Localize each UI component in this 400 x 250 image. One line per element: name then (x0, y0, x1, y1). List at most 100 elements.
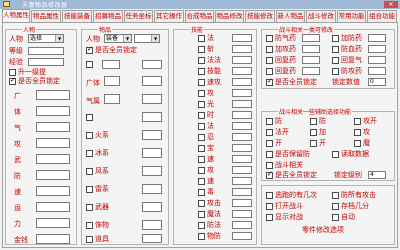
skill-checkbox[interactable] (198, 145, 205, 152)
item-field[interactable] (142, 234, 162, 243)
person-select[interactable]: 选择 ▼ (28, 34, 64, 43)
tab-12[interactable]: 组合功能 (367, 10, 397, 22)
skill-checkbox[interactable] (198, 222, 205, 229)
skill-field[interactable] (232, 89, 252, 97)
skill-field[interactable] (232, 133, 252, 141)
skill-checkbox[interactable] (198, 123, 205, 130)
battle-checkbox[interactable] (332, 46, 339, 53)
attr-field[interactable] (36, 138, 70, 148)
assist-checkbox[interactable] (266, 151, 273, 158)
skill-checkbox[interactable] (198, 68, 205, 75)
item-select-2[interactable]: ▼ (134, 34, 160, 43)
assist-checkbox[interactable] (266, 140, 273, 147)
skill-field[interactable] (232, 34, 252, 42)
skill-field[interactable] (232, 177, 252, 185)
skill-field[interactable] (232, 155, 252, 163)
item-field[interactable] (142, 94, 162, 104)
battle-checkbox[interactable] (266, 68, 273, 75)
tab-4[interactable]: 任务坐标 (124, 10, 153, 22)
skill-field[interactable] (232, 67, 252, 75)
item-checkbox[interactable] (86, 236, 93, 243)
assist-checkbox[interactable] (266, 118, 273, 125)
skill-checkbox[interactable] (198, 200, 205, 207)
item-field[interactable] (142, 202, 162, 212)
item-checkbox[interactable] (86, 150, 93, 157)
skill-checkbox[interactable] (198, 178, 205, 185)
attr-field[interactable] (36, 218, 70, 228)
skill-field[interactable] (232, 232, 252, 240)
close-button[interactable]: ✕ (384, 1, 398, 8)
item-field[interactable] (142, 60, 162, 69)
item-field[interactable] (142, 148, 162, 158)
level-field[interactable] (28, 47, 64, 55)
tab-6[interactable]: 合成物品 (185, 10, 214, 22)
tab-11[interactable]: 常用功能 (337, 10, 366, 22)
skill-checkbox[interactable] (198, 35, 205, 42)
item-checkbox[interactable] (86, 132, 93, 139)
skill-field[interactable] (232, 144, 252, 152)
skill-field[interactable] (232, 111, 252, 119)
skill-checkbox[interactable] (198, 156, 205, 163)
misc-checkbox[interactable] (266, 203, 273, 210)
item-field[interactable] (102, 60, 120, 69)
attr-field[interactable] (36, 154, 70, 164)
battle-checkbox[interactable] (266, 35, 273, 42)
tab-5[interactable]: 其它操作 (154, 10, 184, 22)
battle-checkbox[interactable] (332, 35, 339, 42)
assist-checkbox[interactable] (354, 140, 361, 147)
item-select[interactable]: 装备 ▼ (104, 34, 132, 43)
battle-field[interactable] (302, 34, 320, 42)
tab-10[interactable]: 战斗修改 (306, 10, 336, 22)
skill-checkbox[interactable] (198, 189, 205, 196)
tab-7[interactable]: 物品修改 (215, 10, 244, 22)
item-checkbox[interactable] (86, 168, 93, 175)
skill-field[interactable] (232, 221, 252, 229)
battle-field[interactable] (368, 67, 386, 75)
tab-9[interactable]: 新人物品 (276, 10, 305, 22)
battle-field[interactable] (302, 67, 320, 75)
lock-all-checkbox-1[interactable] (9, 76, 16, 85)
battle-field[interactable] (302, 45, 320, 53)
misc-checkbox[interactable] (266, 214, 273, 221)
attr-field[interactable] (36, 186, 70, 196)
skill-checkbox[interactable] (198, 112, 205, 119)
item-field[interactable] (104, 76, 120, 86)
tab-0[interactable]: 人物属性 (2, 9, 30, 22)
skill-checkbox[interactable] (198, 211, 205, 218)
exp-field[interactable] (28, 58, 64, 66)
battle-checkbox[interactable] (266, 57, 273, 64)
skill-field[interactable] (232, 100, 252, 108)
item-checkbox[interactable] (86, 114, 93, 121)
tab-1[interactable]: 物品属性 (31, 10, 61, 22)
assist-checkbox[interactable] (332, 151, 339, 158)
item-checkbox[interactable] (86, 61, 93, 68)
attr-field[interactable] (36, 202, 70, 212)
item-checkbox[interactable] (86, 222, 93, 229)
assist-checkbox[interactable] (266, 162, 273, 169)
skill-field[interactable] (232, 199, 252, 207)
battle-field[interactable] (368, 34, 386, 42)
skill-field[interactable] (232, 78, 252, 86)
assist-checkbox[interactable] (354, 129, 361, 136)
attr-field[interactable] (36, 90, 70, 100)
assist-checkbox[interactable] (310, 129, 317, 136)
levelup-checkbox[interactable] (9, 69, 16, 76)
assist-checkbox[interactable] (310, 118, 317, 125)
item-field[interactable] (142, 112, 162, 122)
skill-field[interactable] (232, 166, 252, 174)
skill-checkbox[interactable] (198, 57, 205, 64)
skill-checkbox[interactable] (198, 79, 205, 86)
item-field[interactable] (142, 166, 162, 176)
misc-checkbox[interactable] (332, 203, 339, 210)
battle-checkbox[interactable] (332, 57, 339, 64)
attr-field[interactable] (36, 122, 70, 132)
skill-field[interactable] (232, 56, 252, 64)
skill-checkbox[interactable] (198, 101, 205, 108)
item-field[interactable] (142, 220, 162, 230)
skill-field[interactable] (232, 188, 252, 196)
attr-field[interactable] (36, 170, 70, 180)
lock-value-field[interactable]: 0 (368, 78, 386, 86)
item-field[interactable] (142, 130, 162, 140)
attr-field[interactable] (36, 106, 70, 116)
item-field[interactable] (142, 76, 162, 86)
